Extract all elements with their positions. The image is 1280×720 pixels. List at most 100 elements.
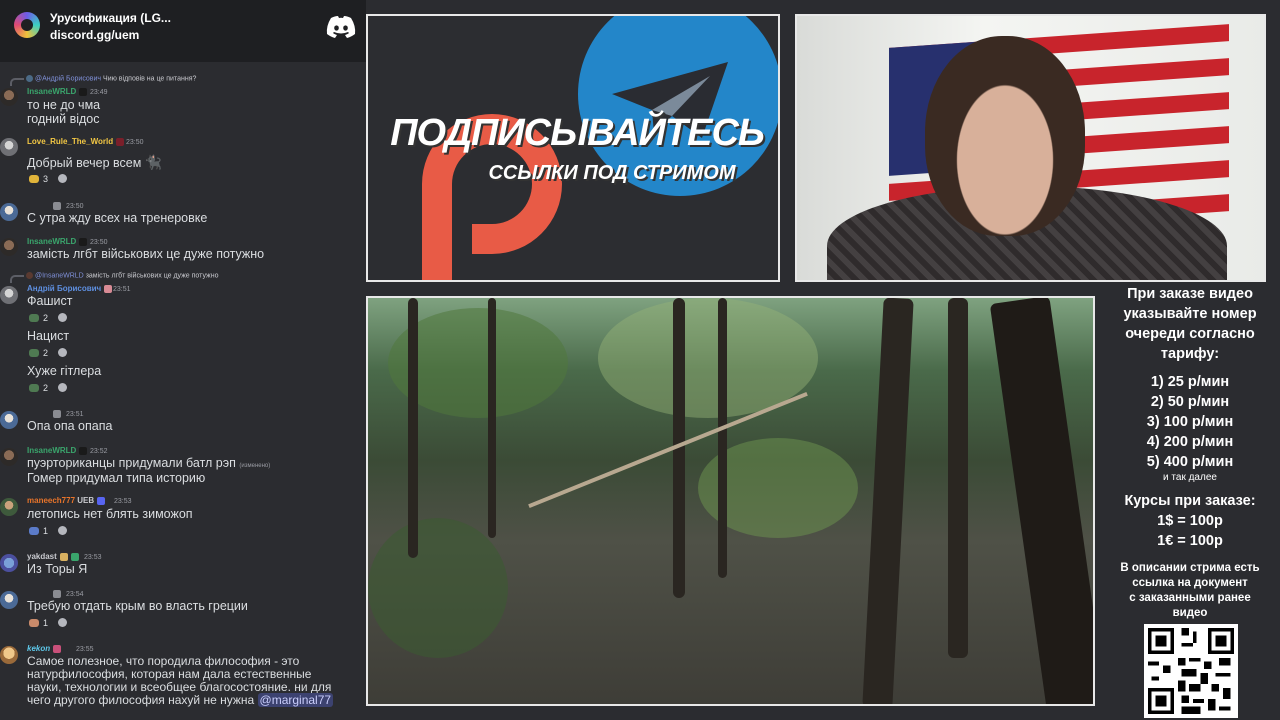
reaction-emoji-icon xyxy=(29,348,39,357)
role-badge-icon xyxy=(116,137,125,146)
reply-connector xyxy=(10,78,24,86)
add-reaction-icon[interactable] xyxy=(58,383,68,392)
message-text: то не до чма xyxy=(27,98,101,112)
reaction-count: 1 xyxy=(43,617,49,628)
user-tag: UEB xyxy=(77,496,95,505)
message-time: 23:50 xyxy=(126,139,144,146)
avatar[interactable] xyxy=(0,591,18,609)
message-text: Нацист xyxy=(27,329,70,343)
message-author[interactable] xyxy=(27,409,61,418)
role-badge-icon xyxy=(70,552,79,561)
promo-title: ПОДПИСЫВАЙТЕСЬ xyxy=(390,112,765,154)
info-footer: видео xyxy=(1172,607,1208,619)
add-reaction-icon[interactable] xyxy=(58,313,68,322)
message-time: 23:50 xyxy=(66,203,84,210)
reaction[interactable]: 2 xyxy=(29,346,68,359)
rates-title: Курсы при заказе: xyxy=(1124,493,1256,509)
message-author[interactable] xyxy=(27,201,61,210)
reply-avatar xyxy=(26,75,33,82)
message-time: 23:49 xyxy=(90,89,108,96)
message-time: 23:55 xyxy=(76,646,94,653)
message-text: Из Торы Я xyxy=(27,562,88,576)
reply-text: замість лгбт військових це дуже потужно xyxy=(85,272,219,280)
message-author[interactable]: maneech777 UEB xyxy=(27,496,106,505)
edited-marker: (изменено) xyxy=(239,463,271,469)
reaction-count: 2 xyxy=(43,382,49,393)
user-mention[interactable]: @marginal77 xyxy=(257,693,334,707)
message-time: 23:54 xyxy=(66,591,84,598)
reaction-emoji-icon xyxy=(29,618,39,627)
message-time: 23:51 xyxy=(66,411,84,418)
tariff-item: 3) 100 р/мин xyxy=(1146,414,1234,430)
reply-preview[interactable]: @InsaneWRLD замість лгбт військових це д… xyxy=(26,272,218,279)
reaction-count: 2 xyxy=(43,347,49,358)
role-badge-icon xyxy=(53,409,61,418)
reaction[interactable]: 1 xyxy=(29,616,68,629)
avatar[interactable] xyxy=(0,88,18,106)
info-footer: с заказанными ранее xyxy=(1129,592,1251,604)
add-reaction-icon[interactable] xyxy=(58,174,68,183)
server-icon xyxy=(14,12,40,38)
discord-header: Урусификация (LG... discord.gg/uem xyxy=(0,0,366,62)
tariff-item: 5) 400 р/мин xyxy=(1146,454,1234,470)
message-text: замість лгбт військових це дуже потужно xyxy=(27,247,265,261)
streamer-face xyxy=(925,36,1085,236)
message-time: 23:52 xyxy=(90,448,108,455)
message-author[interactable]: Love_Rule_The_World xyxy=(27,137,125,146)
message-author[interactable]: InsaneWRLD xyxy=(27,446,88,455)
add-reaction-icon[interactable] xyxy=(58,618,68,627)
tariff-item: 2) 50 р/мин xyxy=(1150,394,1230,410)
reply-text: Чию відповів на це питання? xyxy=(103,75,197,83)
reaction-count: 3 xyxy=(43,173,49,184)
message-time: 23:50 xyxy=(90,239,108,246)
avatar[interactable] xyxy=(0,448,18,466)
message-author[interactable]: InsaneWRLD xyxy=(27,237,88,246)
info-footer: ссылка на документ xyxy=(1132,577,1248,589)
message-time: 23:53 xyxy=(84,554,102,561)
avatar[interactable] xyxy=(0,138,18,156)
server-invite-link[interactable]: discord.gg/uem xyxy=(50,28,139,42)
add-reaction-icon[interactable] xyxy=(58,348,68,357)
reply-preview[interactable]: @Андрій Борисович Чию відповів на це пит… xyxy=(26,75,196,82)
message-author[interactable]: InsaneWRLD xyxy=(27,87,88,96)
stream-overlay: Урусификация (LG... discord.gg/uem @Андр… xyxy=(0,0,1280,720)
reaction[interactable]: 2 xyxy=(29,381,68,394)
info-heading: тарифу: xyxy=(1160,346,1220,362)
message-text: Фашист xyxy=(27,294,73,308)
avatar[interactable] xyxy=(0,238,18,256)
role-badge-icon xyxy=(79,87,88,96)
message-text: Добрый вечер всем 🐈‍⬛ xyxy=(27,154,163,170)
avatar[interactable] xyxy=(0,498,18,516)
avatar[interactable] xyxy=(0,203,18,221)
message-author[interactable] xyxy=(27,589,61,598)
avatar[interactable] xyxy=(0,646,18,664)
webcam-feed xyxy=(795,14,1266,282)
promo-subtitle: ССЫЛКИ ПОД СТРИМОМ xyxy=(488,162,736,184)
message-time: 23:51 xyxy=(113,286,131,293)
reaction-emoji-icon xyxy=(29,313,39,322)
subscribe-banner: ПОДПИСЫВАЙТЕСЬ ССЫЛКИ ПОД СТРИМОМ xyxy=(366,14,780,282)
message-text: Хуже гітлера xyxy=(27,364,102,378)
qr-code-icon[interactable] xyxy=(1144,624,1238,718)
message-text: Гомер придумал типа историю xyxy=(27,471,206,485)
role-badge-icon xyxy=(79,237,88,246)
rate-item: 1€ = 100р xyxy=(1157,533,1223,549)
role-badge-icon xyxy=(97,496,106,505)
reaction-emoji-icon xyxy=(29,526,39,535)
message-text: пуэрториканцы придумали батл рэп (измене… xyxy=(27,456,271,470)
message-author[interactable]: Андрій Борисович xyxy=(27,284,113,293)
reaction[interactable]: 3 xyxy=(29,172,68,185)
tariff-item: 4) 200 р/мин xyxy=(1146,434,1234,450)
info-heading: При заказе видео xyxy=(1127,286,1253,302)
add-reaction-icon[interactable] xyxy=(58,526,68,535)
avatar[interactable] xyxy=(0,411,18,429)
server-name: Урусификация (LG... xyxy=(50,11,171,25)
message-text: Опа опа опапа xyxy=(27,419,113,433)
avatar[interactable] xyxy=(0,554,18,572)
hourglass-icon xyxy=(59,552,68,561)
message-author[interactable]: kekon xyxy=(27,644,62,653)
reaction[interactable]: 1 xyxy=(29,524,68,537)
reaction[interactable]: 2 xyxy=(29,311,68,324)
message-author[interactable]: yakdast xyxy=(27,552,79,561)
avatar[interactable] xyxy=(0,286,18,304)
